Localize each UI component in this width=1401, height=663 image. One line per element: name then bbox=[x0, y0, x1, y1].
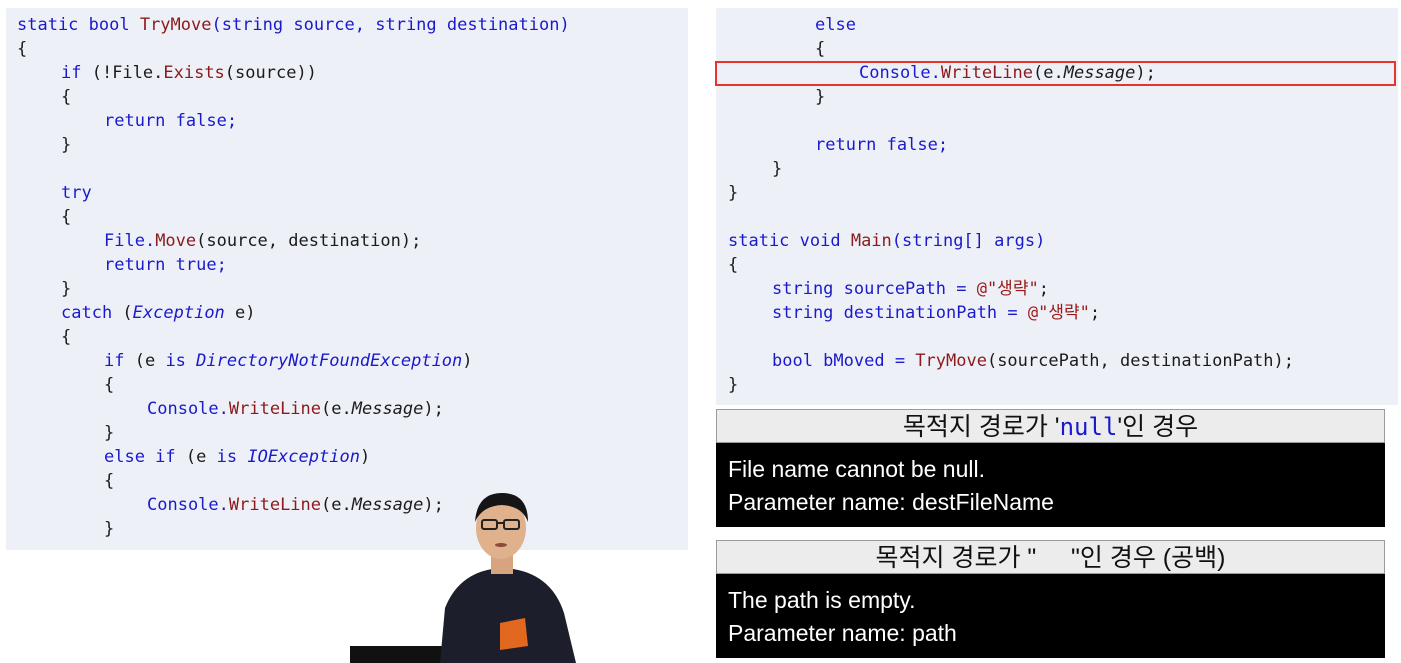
code-line: bool bMoved = TryMove(sourcePath, destin… bbox=[772, 351, 1294, 371]
code-line: return false; bbox=[815, 135, 949, 155]
code-line: else if (e is IOException) bbox=[104, 447, 371, 467]
null-path-message-box: 목적지 경로가 'null'인 경우 File name cannot be n… bbox=[716, 409, 1385, 527]
code-line: { bbox=[728, 255, 739, 275]
code-line: if (e is DirectoryNotFoundException) bbox=[104, 351, 473, 371]
error-parameter-line: Parameter name: destFileName bbox=[728, 489, 1054, 515]
empty-path-message-box: 목적지 경로가 " "인 경우 (공백) The path is empty. … bbox=[716, 540, 1385, 658]
message-box-body: File name cannot be null. Parameter name… bbox=[716, 443, 1385, 527]
message-box-body: The path is empty. Parameter name: path bbox=[716, 574, 1385, 658]
code-line: { bbox=[104, 375, 115, 395]
code-line: if (!File.Exists(source)) bbox=[61, 63, 317, 83]
error-message-line: File name cannot be null. bbox=[728, 456, 985, 482]
code-line: { bbox=[61, 327, 72, 347]
code-line: } bbox=[728, 375, 739, 395]
code-line: static bool TryMove(string source, strin… bbox=[17, 15, 570, 35]
left-code-panel: static bool TryMove(string source, strin… bbox=[6, 8, 688, 550]
code-line: } bbox=[772, 159, 783, 179]
code-line: { bbox=[17, 39, 28, 59]
code-line: } bbox=[815, 87, 826, 107]
presenter-video bbox=[350, 493, 576, 663]
code-line: } bbox=[728, 183, 739, 203]
code-line: Console.WriteLine(e.Message); bbox=[147, 399, 444, 419]
error-message-line: The path is empty. bbox=[728, 587, 916, 613]
presenter-mouth bbox=[495, 543, 507, 547]
code-line: File.Move(source, destination); bbox=[104, 231, 422, 251]
code-line: catch (Exception e) bbox=[61, 303, 256, 323]
code-line: { bbox=[61, 207, 72, 227]
code-line: static void Main(string[] args) bbox=[728, 231, 1046, 251]
highlight-box bbox=[715, 61, 1396, 86]
code-line: string destinationPath = @"생략"; bbox=[772, 303, 1101, 323]
code-line: string sourcePath = @"생략"; bbox=[772, 279, 1049, 299]
code-line: else bbox=[815, 15, 856, 35]
code-line: } bbox=[104, 423, 115, 443]
message-box-header: 목적지 경로가 " "인 경우 (공백) bbox=[716, 540, 1385, 574]
code-line: return true; bbox=[104, 255, 227, 275]
code-line: return false; bbox=[104, 111, 238, 131]
code-line: } bbox=[61, 279, 72, 299]
code-line: try bbox=[61, 183, 92, 203]
code-line: } bbox=[61, 135, 72, 155]
code-line: { bbox=[61, 87, 72, 107]
error-parameter-line: Parameter name: path bbox=[728, 620, 957, 646]
shirt-logo bbox=[500, 618, 528, 650]
code-line: { bbox=[815, 39, 826, 59]
message-box-header: 목적지 경로가 'null'인 경우 bbox=[716, 409, 1385, 443]
